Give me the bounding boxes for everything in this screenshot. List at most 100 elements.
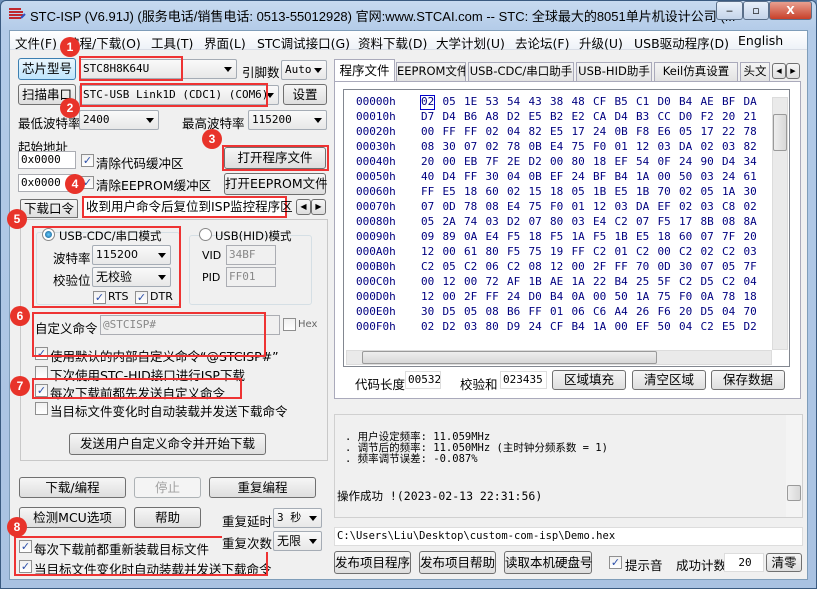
hex-byte[interactable]: CA [593, 110, 606, 123]
menu-download[interactable]: 资料下载(D) [358, 33, 427, 52]
hex-byte[interactable]: C8 [722, 200, 735, 213]
hex-byte[interactable]: F8 [636, 125, 649, 138]
hex-byte[interactable]: 01 [615, 245, 628, 258]
hex-byte[interactable]: 00 [443, 155, 456, 168]
hex-byte[interactable]: 04 [679, 320, 692, 333]
hex-byte[interactable]: 17 [679, 215, 692, 228]
detect-mcu-button[interactable]: 检测MCU选项 [19, 507, 126, 528]
tab-eeprom-file[interactable]: EEPROM文件 [396, 62, 466, 81]
tab-serial-assistant[interactable]: USB-CDC/串口助手 [468, 62, 574, 81]
hex-byte[interactable]: 25 [636, 275, 649, 288]
hex-byte[interactable]: 08 [421, 140, 434, 153]
hex-byte[interactable]: 22 [593, 275, 606, 288]
hex-byte[interactable]: F5 [593, 230, 606, 243]
hex-byte[interactable]: 03 [486, 215, 499, 228]
hex-byte[interactable]: D0 [658, 95, 671, 108]
hex-byte[interactable]: 40 [421, 170, 434, 183]
hex-byte[interactable]: 89 [443, 230, 456, 243]
hex-byte[interactable]: F6 [658, 305, 671, 318]
hex-byte[interactable]: E5 [636, 230, 649, 243]
hex-byte[interactable]: 0A [701, 290, 714, 303]
hex-byte[interactable]: 08 [486, 200, 499, 213]
hex-byte[interactable]: 24 [679, 155, 692, 168]
hex-byte[interactable]: 01 [572, 200, 585, 213]
hex-byte[interactable]: 53 [486, 95, 499, 108]
hex-byte[interactable]: F0 [593, 140, 606, 153]
hex-byte[interactable]: 78 [464, 200, 477, 213]
tab-download-password[interactable]: 下载口令 [20, 199, 78, 218]
hex-byte[interactable]: 05 [679, 125, 692, 138]
hex-byte[interactable]: C2 [722, 275, 735, 288]
hex-byte[interactable]: B4 [615, 275, 628, 288]
hex-byte[interactable]: C1 [636, 95, 649, 108]
hex-byte[interactable]: C2 [679, 275, 692, 288]
pins-select[interactable]: Auto [281, 60, 327, 80]
hex-byte[interactable]: 1A [593, 320, 606, 333]
hex-byte[interactable]: F5 [507, 245, 520, 258]
hex-byte[interactable]: 12 [636, 140, 649, 153]
hex-byte[interactable]: 50 [679, 170, 692, 183]
hex-byte[interactable]: FF [421, 185, 434, 198]
hex-byte[interactable]: 22 [722, 125, 735, 138]
hex-byte[interactable]: D2 [507, 110, 520, 123]
hex-byte[interactable]: 20 [744, 230, 757, 243]
hex-byte[interactable]: 04 [507, 170, 520, 183]
tab-scroll-right-icon[interactable]: ▶ [311, 199, 326, 215]
hex-byte[interactable]: D2 [744, 320, 757, 333]
hex-byte[interactable]: B4 [572, 320, 585, 333]
hex-byte[interactable]: E6 [658, 125, 671, 138]
hex-byte[interactable]: B4 [679, 95, 692, 108]
hex-byte[interactable]: 2F [464, 290, 477, 303]
hex-byte[interactable]: F5 [507, 230, 520, 243]
area-fill-button[interactable]: 区域填充 [552, 370, 626, 390]
hex-byte[interactable]: 17 [701, 125, 714, 138]
hex-byte[interactable]: D5 [701, 275, 714, 288]
hex-byte[interactable]: 19 [550, 245, 563, 258]
pid-input[interactable]: FF01 [226, 267, 276, 287]
hex-byte[interactable]: 04 [722, 305, 735, 318]
hex-byte[interactable]: 12 [550, 260, 563, 273]
hex-byte[interactable]: 20 [421, 155, 434, 168]
hex-byte[interactable]: 01 [550, 305, 563, 318]
hex-byte[interactable]: 1A [572, 230, 585, 243]
hex-byte[interactable]: B4 [615, 170, 628, 183]
menu-file[interactable]: 文件(F) [15, 33, 57, 52]
hex-byte[interactable]: F5 [658, 215, 671, 228]
hex-byte[interactable]: E4 [507, 200, 520, 213]
hex-byte[interactable]: 00 [658, 245, 671, 258]
hex-byte[interactable]: 00 [443, 245, 456, 258]
menu-forum[interactable]: 去论坛(F) [515, 33, 569, 52]
hex-horizontal-scroll-thumb[interactable] [362, 351, 657, 364]
hex-byte[interactable]: 07 [529, 215, 542, 228]
hex-byte[interactable]: 03 [701, 170, 714, 183]
hex-byte[interactable]: 30 [421, 305, 434, 318]
hex-byte[interactable]: 00 [464, 275, 477, 288]
hex-byte[interactable]: 5F [658, 275, 671, 288]
hex-byte[interactable]: 60 [486, 185, 499, 198]
beep-checkbox[interactable]: ✓ [609, 556, 622, 569]
hex-byte[interactable]: 1A [636, 290, 649, 303]
open-eeprom-file-button[interactable]: 打开EEPROM文件 [224, 173, 328, 195]
file-path-field[interactable]: C:\Users\Liu\Desktop\custom-com-isp\Demo… [334, 527, 803, 546]
hex-byte[interactable]: 54 [636, 155, 649, 168]
hex-byte[interactable]: 80 [486, 245, 499, 258]
hex-byte[interactable]: 07 [464, 140, 477, 153]
hex-byte[interactable]: 18 [464, 185, 477, 198]
hex-byte[interactable]: 70 [744, 305, 757, 318]
publish-program-button[interactable]: 发布项目程序 [334, 551, 411, 574]
hex-byte[interactable]: 09 [421, 230, 434, 243]
hex-byte[interactable]: 05 [443, 95, 456, 108]
hex-byte[interactable]: FF [443, 125, 456, 138]
tabs-scroll-right-icon[interactable]: ▶ [786, 63, 800, 79]
hex-byte[interactable]: 03 [722, 140, 735, 153]
tab-scroll-left-icon[interactable]: ◀ [296, 199, 311, 215]
hex-byte[interactable]: 02 [701, 140, 714, 153]
menu-english[interactable]: English [738, 33, 783, 48]
clear-code-checkbox[interactable]: ✓ [81, 154, 94, 167]
menu-university[interactable]: 大学计划(U) [436, 33, 505, 52]
hex-byte[interactable]: 18 [658, 230, 671, 243]
hex-byte[interactable]: 03 [572, 215, 585, 228]
hex-byte[interactable]: A4 [615, 305, 628, 318]
hex-byte[interactable]: 05 [443, 260, 456, 273]
hex-byte[interactable]: DA [636, 200, 649, 213]
